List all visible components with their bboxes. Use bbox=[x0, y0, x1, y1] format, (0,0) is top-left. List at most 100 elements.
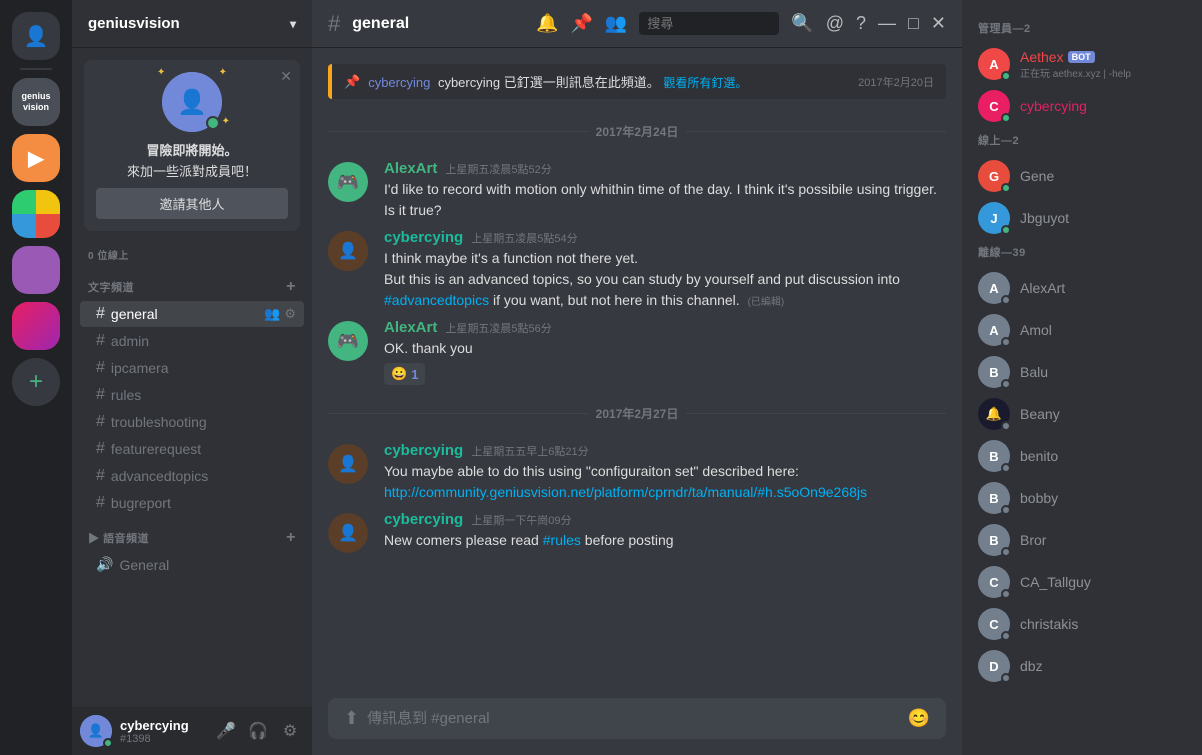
member-avatar: A bbox=[978, 314, 1010, 346]
add-server-button[interactable]: + bbox=[12, 358, 60, 406]
member-status-dot bbox=[1001, 463, 1011, 473]
member-status-dot bbox=[1001, 547, 1011, 557]
edited-tag: (已編輯) bbox=[748, 297, 785, 308]
add-text-channel-button[interactable]: + bbox=[286, 278, 296, 296]
member-item-balu[interactable]: B Balu bbox=[970, 352, 1194, 392]
user-panel: 👤 cybercying #1398 🎤 🎧 ⚙ bbox=[72, 707, 312, 755]
message-author[interactable]: cybercying bbox=[384, 511, 463, 528]
user-card-avatar: 👤 ✦ ✦ ✦ bbox=[162, 72, 222, 132]
text-channels-header[interactable]: 文字頻道 + bbox=[72, 274, 312, 300]
voice-channels-header[interactable]: ▶ 語音頻道 + bbox=[72, 525, 312, 551]
channel-item-admin[interactable]: # admin bbox=[80, 328, 304, 354]
user-card-text: 冒險即將開始。 來加一些派對成員吧！ bbox=[96, 140, 288, 180]
member-status-dot bbox=[1001, 337, 1011, 347]
message-timestamp: 上星期五凌晨5點56分 bbox=[445, 320, 551, 336]
member-name: Jbguyot bbox=[1020, 210, 1069, 226]
maximize-icon[interactable]: □ bbox=[908, 13, 919, 34]
message-content: AlexArt 上星期五凌晨5點56分 OK. thank you 😀 1 bbox=[384, 319, 946, 385]
pin-banner-icon: 📌 bbox=[344, 74, 360, 90]
member-item-gene[interactable]: G Gene bbox=[970, 156, 1194, 196]
help-icon[interactable]: ? bbox=[856, 13, 866, 34]
upload-icon[interactable]: ⬆ bbox=[344, 698, 359, 739]
server-sidebar: 👤 geniusvision ▶ + bbox=[0, 0, 72, 755]
minimize-icon[interactable]: — bbox=[878, 13, 896, 34]
message-input-area: ⬆ 😊 bbox=[312, 698, 962, 755]
channel-item-rules[interactable]: # rules bbox=[80, 382, 304, 408]
channel-invite-icon[interactable]: 👥 bbox=[264, 306, 280, 322]
settings-button[interactable]: ⚙ bbox=[276, 717, 304, 745]
members-icon[interactable]: 👥 bbox=[605, 13, 627, 34]
message-author[interactable]: cybercying bbox=[384, 229, 463, 246]
channel-item-troubleshooting[interactable]: # troubleshooting bbox=[80, 409, 304, 435]
emoji-button[interactable]: 😊 bbox=[908, 698, 930, 739]
member-item-amol[interactable]: A Amol bbox=[970, 310, 1194, 350]
channel-item-ipcamera[interactable]: # ipcamera bbox=[80, 355, 304, 381]
voice-channel-general[interactable]: 🔊 General bbox=[80, 552, 304, 577]
channel-settings-icon[interactable]: ⚙ bbox=[284, 306, 296, 322]
member-item-cybercying[interactable]: C cybercying bbox=[970, 86, 1194, 126]
hash-icon: # bbox=[96, 413, 105, 431]
member-item-aethex[interactable]: A Aethex BOT 正在玩 aethex.xyz | -help bbox=[970, 44, 1194, 84]
search-icon[interactable]: 🔍 bbox=[791, 13, 813, 34]
server-icon-5[interactable] bbox=[12, 302, 60, 350]
invite-button[interactable]: 邀請其他人 bbox=[96, 188, 288, 219]
member-item-bobby[interactable]: B bobby bbox=[970, 478, 1194, 518]
member-item-beany[interactable]: 🔔 Beany bbox=[970, 394, 1194, 434]
member-avatar: C bbox=[978, 566, 1010, 598]
channel-item-advancedtopics[interactable]: # advancedtopics bbox=[80, 463, 304, 489]
close-icon[interactable]: ✕ bbox=[931, 13, 946, 34]
member-item-ca-tallguy[interactable]: C CA_Tallguy bbox=[970, 562, 1194, 602]
message-author[interactable]: AlexArt bbox=[384, 319, 437, 336]
member-item-alexart[interactable]: A AlexArt bbox=[970, 268, 1194, 308]
message-group: 👤 cybercying 上星期一下午崗09分 New comers pleas… bbox=[312, 507, 962, 557]
hash-icon: # bbox=[96, 440, 105, 458]
pinned-date: 2017年2月20日 bbox=[858, 74, 934, 90]
view-pinned-link[interactable]: 觀看所有釘選。 bbox=[663, 76, 747, 90]
member-name: dbz bbox=[1020, 658, 1043, 674]
message-content: cybercying 上星期五五早上6點21分 You maybe able t… bbox=[384, 442, 946, 503]
server-divider bbox=[20, 68, 52, 70]
channel-item-featurerequest[interactable]: # featurerequest bbox=[80, 436, 304, 462]
mute-button[interactable]: 🎤 bbox=[212, 717, 240, 745]
server-icon-2[interactable]: ▶ bbox=[12, 134, 60, 182]
search-input[interactable] bbox=[639, 12, 779, 35]
message-text: You maybe able to do this using "configu… bbox=[384, 461, 946, 482]
deafen-button[interactable]: 🎧 bbox=[244, 717, 272, 745]
hashtag-link[interactable]: #advancedtopics bbox=[384, 292, 489, 308]
server-icon-geniusvision[interactable]: geniusvision bbox=[12, 78, 60, 126]
message-content: cybercying 上星期一下午崗09分 New comers please … bbox=[384, 511, 946, 553]
add-voice-channel-button[interactable]: + bbox=[286, 529, 296, 547]
channel-actions: 👥 ⚙ bbox=[264, 306, 296, 322]
reaction[interactable]: 😀 1 bbox=[384, 363, 425, 385]
member-item-jbguyot[interactable]: J Jbguyot bbox=[970, 198, 1194, 238]
message-group: 🎮 AlexArt 上星期五凌晨5點56分 OK. thank you 😀 1 bbox=[312, 315, 962, 389]
message-author[interactable]: AlexArt bbox=[384, 160, 437, 177]
server-icon-4[interactable] bbox=[12, 246, 60, 294]
user-panel-info: cybercying #1398 bbox=[120, 718, 204, 745]
server-name: geniusvision bbox=[88, 15, 180, 32]
messages-area: 📌 cybercying cybercying 已釘選一則訊息在此頻道。 觀看所… bbox=[312, 48, 962, 698]
member-item-bror[interactable]: B Bror bbox=[970, 520, 1194, 560]
at-icon[interactable]: @ bbox=[826, 13, 844, 34]
channel-item-general[interactable]: # general 👥 ⚙ bbox=[80, 301, 304, 327]
message-author[interactable]: cybercying bbox=[384, 442, 463, 459]
pin-icon[interactable]: 📌 bbox=[570, 13, 592, 34]
message-header: cybercying 上星期五五早上6點21分 bbox=[384, 442, 946, 459]
user-avatar-icon[interactable]: 👤 bbox=[12, 12, 60, 60]
rules-link[interactable]: #rules bbox=[543, 532, 581, 548]
channel-item-bugreport[interactable]: # bugreport bbox=[80, 490, 304, 516]
member-name: CA_Tallguy bbox=[1020, 574, 1091, 590]
member-item-christakis[interactable]: C christakis bbox=[970, 604, 1194, 644]
server-header[interactable]: geniusvision ▾ bbox=[72, 0, 312, 48]
member-item-dbz[interactable]: D dbz bbox=[970, 646, 1194, 686]
member-item-benito[interactable]: B benito bbox=[970, 436, 1194, 476]
config-link[interactable]: http://community.geniusvision.net/platfo… bbox=[384, 484, 867, 500]
user-card-close-button[interactable]: ✕ bbox=[280, 68, 292, 85]
message-link: http://community.geniusvision.net/platfo… bbox=[384, 482, 946, 503]
hash-icon: # bbox=[96, 467, 105, 485]
notification-bell-icon[interactable]: 🔔 bbox=[536, 13, 558, 34]
member-status-dot bbox=[1001, 589, 1011, 599]
text-channels-section: 文字頻道 + # general 👥 ⚙ # admin # ipcamera … bbox=[72, 274, 312, 517]
server-icon-3[interactable] bbox=[12, 190, 60, 238]
message-input[interactable] bbox=[367, 699, 899, 738]
